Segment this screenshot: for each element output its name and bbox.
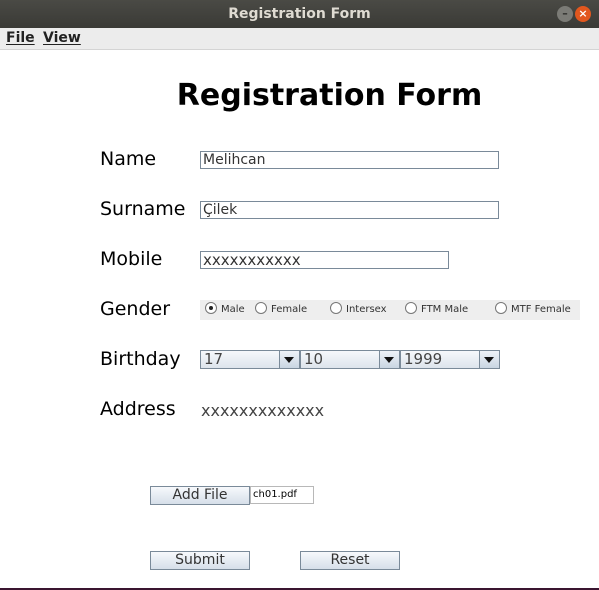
- mobile-label: Mobile: [100, 248, 163, 270]
- radio-icon: [405, 302, 417, 314]
- radio-icon: [495, 302, 507, 314]
- gender-radio-group: Male Female Intersex FTM Male MTF Female: [200, 300, 580, 320]
- gender-option-label: Male: [221, 304, 245, 315]
- radio-icon: [255, 302, 267, 314]
- add-file-button[interactable]: Add File: [150, 486, 250, 505]
- gender-radio-mtf-female[interactable]: MTF Female: [495, 300, 571, 320]
- gender-option-label: Female: [271, 304, 308, 315]
- mobile-field[interactable]: xxxxxxxxxxx: [200, 251, 449, 269]
- dropdown-arrow-icon[interactable]: [379, 351, 399, 368]
- dropdown-arrow-icon[interactable]: [279, 351, 299, 368]
- gender-radio-intersex[interactable]: Intersex: [330, 300, 387, 320]
- window-title: Registration Form: [228, 6, 371, 22]
- radio-icon: [330, 302, 342, 314]
- gender-radio-female[interactable]: Female: [255, 300, 307, 320]
- gender-label: Gender: [100, 298, 171, 320]
- surname-field[interactable]: Çilek: [200, 201, 499, 219]
- close-icon: ×: [578, 7, 588, 20]
- birthday-month-select[interactable]: 10: [300, 350, 400, 369]
- gender-option-label: Intersex: [346, 304, 387, 315]
- gender-option-label: FTM Male: [421, 304, 469, 315]
- birthday-day-select[interactable]: 17: [200, 350, 300, 369]
- name-field[interactable]: Melihcan: [200, 151, 499, 169]
- surname-label: Surname: [100, 198, 186, 220]
- menu-file[interactable]: File: [6, 30, 35, 46]
- close-button[interactable]: ×: [575, 6, 591, 22]
- radio-selected-icon: [205, 302, 217, 314]
- menu-bar: File View: [0, 28, 599, 50]
- dropdown-arrow-icon[interactable]: [479, 351, 499, 368]
- day-value: 17: [204, 350, 224, 368]
- address-label: Address: [100, 398, 176, 420]
- birthday-label: Birthday: [100, 348, 181, 370]
- name-label: Name: [100, 148, 157, 170]
- form-title: Registration Form: [176, 78, 483, 113]
- file-name-field: ch01.pdf: [250, 486, 314, 504]
- month-value: 10: [304, 350, 324, 368]
- birthday-year-select[interactable]: 1999: [400, 350, 500, 369]
- minimize-icon: –: [562, 7, 568, 20]
- menu-view[interactable]: View: [43, 30, 81, 46]
- gender-radio-male[interactable]: Male: [205, 300, 245, 320]
- submit-button[interactable]: Submit: [150, 551, 250, 570]
- year-value: 1999: [404, 350, 443, 368]
- gender-radio-ftm-male[interactable]: FTM Male: [405, 300, 468, 320]
- gender-option-label: MTF Female: [511, 304, 571, 315]
- reset-button[interactable]: Reset: [300, 551, 400, 570]
- minimize-button[interactable]: –: [557, 6, 573, 22]
- address-value[interactable]: xxxxxxxxxxxxx: [201, 401, 324, 420]
- window-title-bar: Registration Form – ×: [0, 0, 599, 28]
